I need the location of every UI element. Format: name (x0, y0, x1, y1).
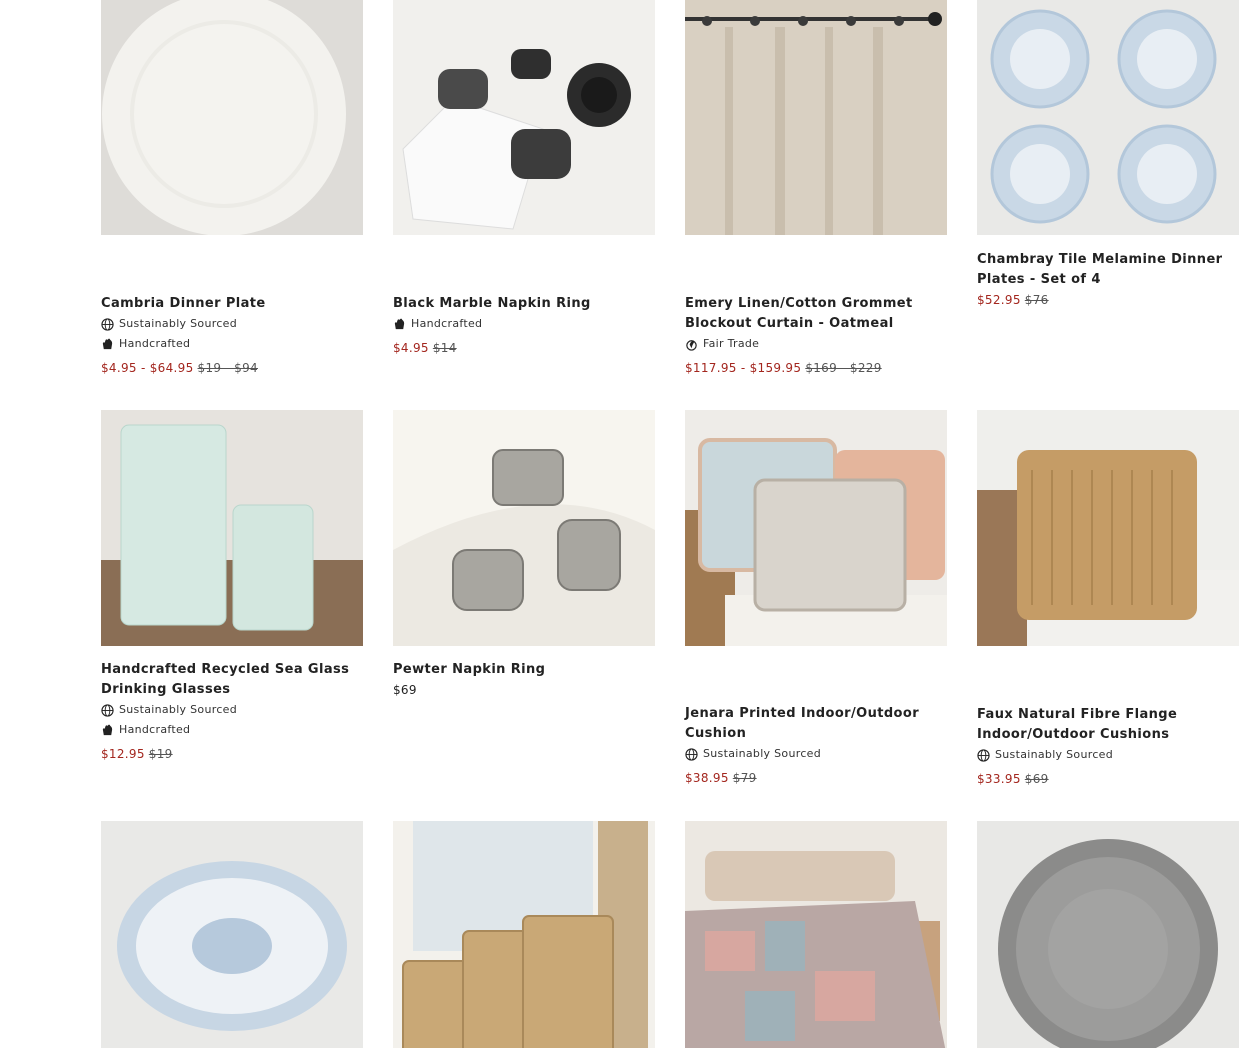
product-image-patchwork-quilt[interactable] (685, 821, 947, 1048)
price: $117.95 - $159.95 $169 - $229 (685, 361, 882, 375)
price: $33.95 $69 (977, 772, 1049, 786)
badge-sustainably-sourced: Sustainably Sourced (101, 314, 363, 334)
badge-sustainably-sourced: Sustainably Sourced (977, 745, 1239, 765)
badge-handcrafted: Handcrafted (101, 720, 363, 740)
globe-icon (977, 748, 990, 762)
price: $12.95 $19 (101, 747, 173, 761)
product-image-cambria-dinner-plate[interactable] (101, 0, 363, 235)
globe-icon (101, 317, 114, 331)
product-title[interactable]: Cambria Dinner Plate (101, 294, 363, 314)
product-image-emery-curtain[interactable] (685, 0, 947, 235)
product-image-woven-baskets[interactable] (393, 821, 655, 1048)
price: $52.95 $76 (977, 293, 1049, 307)
product-title[interactable]: Chambray Tile Melamine Dinner Plates - S… (977, 250, 1239, 290)
product-title[interactable]: Jenara Printed Indoor/Outdoor Cushion (685, 704, 947, 744)
hand-icon (102, 724, 113, 735)
price: $69 (393, 683, 417, 697)
badge-fair-trade: Fair Trade (685, 334, 947, 354)
globe-icon (685, 747, 698, 761)
product-image-faux-fibre-cushion[interactable] (977, 410, 1239, 646)
hand-icon (394, 318, 405, 329)
product-title[interactable]: Handcrafted Recycled Sea Glass Drinking … (101, 660, 363, 700)
badge-handcrafted: Handcrafted (393, 314, 655, 334)
badge-sustainably-sourced: Sustainably Sourced (685, 744, 947, 764)
fair-trade-icon (686, 339, 697, 351)
hand-icon (102, 338, 113, 349)
price: $38.95 $79 (685, 771, 757, 785)
product-title[interactable]: Black Marble Napkin Ring (393, 294, 655, 314)
product-title[interactable]: Pewter Napkin Ring (393, 660, 655, 680)
product-image-sea-glass-glasses[interactable] (101, 410, 363, 646)
price: $4.95 $14 (393, 341, 457, 355)
product-image-pewter-napkin-ring[interactable] (393, 410, 655, 646)
product-title[interactable]: Faux Natural Fibre Flange Indoor/Outdoor… (977, 705, 1239, 745)
globe-icon (101, 703, 114, 717)
product-title[interactable]: Emery Linen/Cotton Grommet Blockout Curt… (685, 294, 947, 334)
product-image-tile-platter[interactable] (101, 821, 363, 1048)
product-image-black-marble-napkin-ring[interactable] (393, 0, 655, 235)
product-image-chambray-tile-plates[interactable] (977, 0, 1239, 235)
badge-handcrafted: Handcrafted (101, 334, 363, 354)
product-image-grey-plate[interactable] (977, 821, 1239, 1048)
badge-sustainably-sourced: Sustainably Sourced (101, 700, 363, 720)
product-image-jenara-cushion[interactable] (685, 410, 947, 646)
price: $4.95 - $64.95 $19 - $94 (101, 361, 258, 375)
